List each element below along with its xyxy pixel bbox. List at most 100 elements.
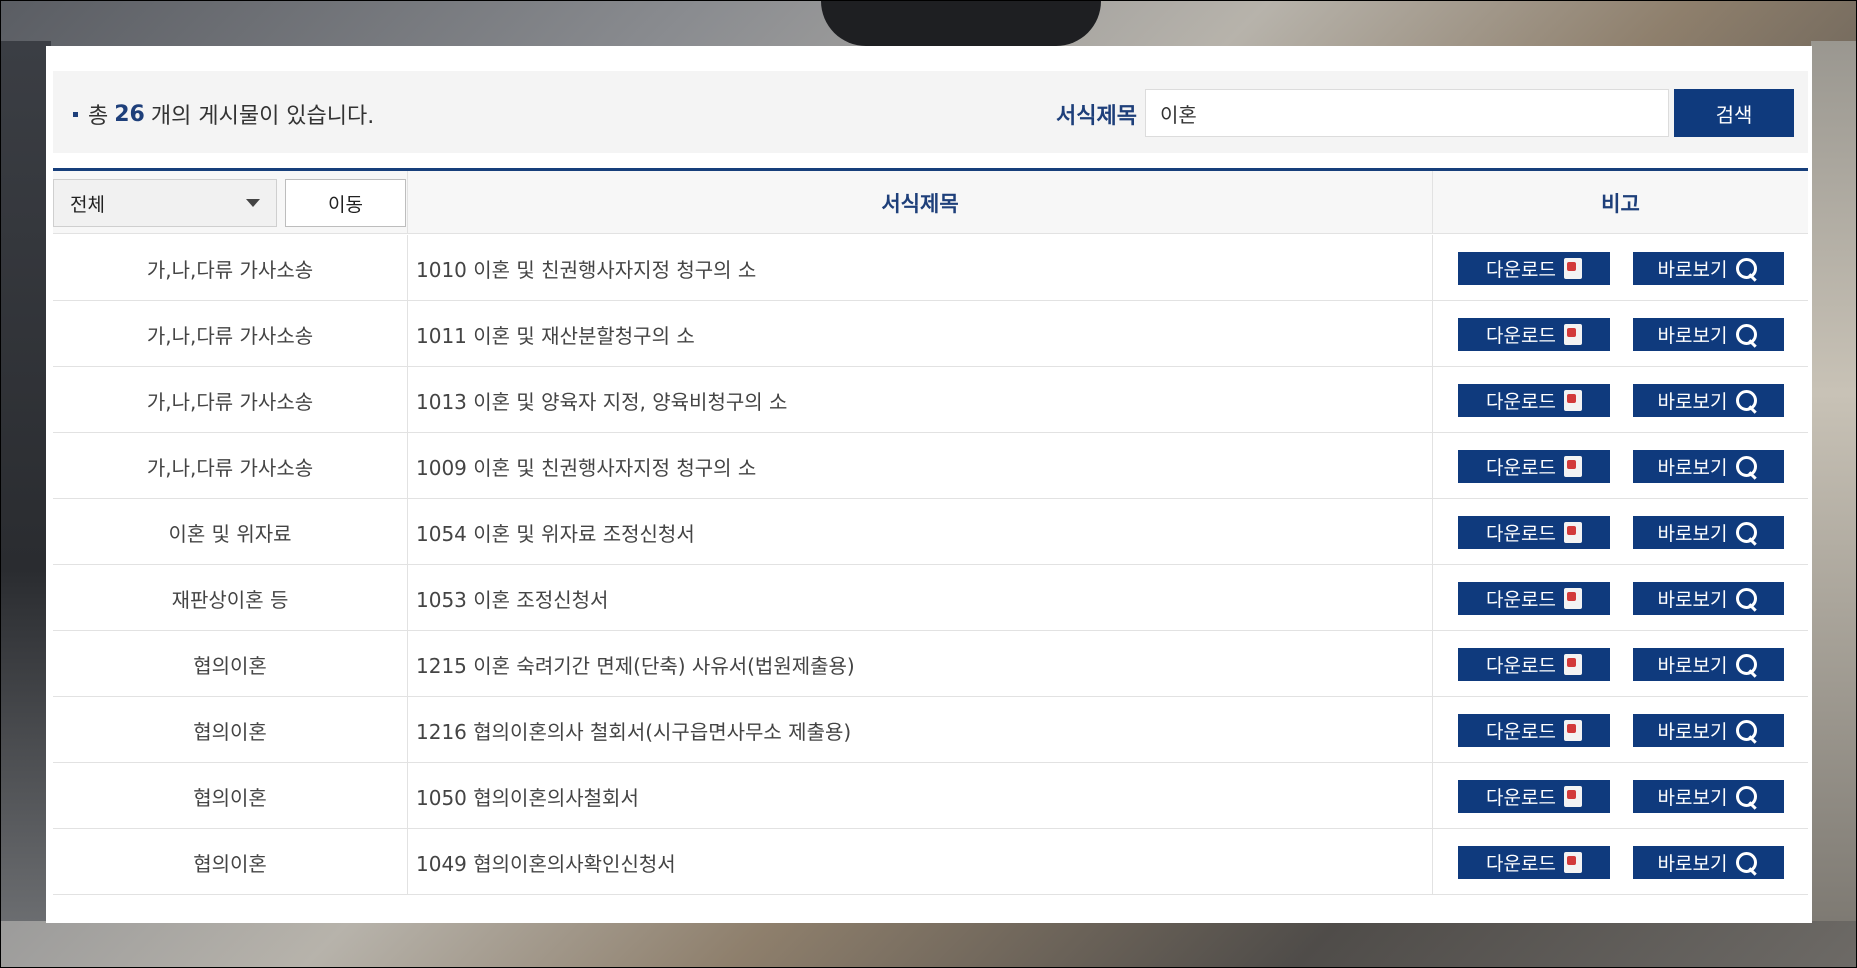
pdf-icon: [1563, 852, 1582, 873]
view-label: 바로보기: [1657, 589, 1728, 611]
view-label: 바로보기: [1657, 325, 1728, 347]
row-actions: 다운로드 바로보기: [1432, 763, 1808, 829]
row-actions: 다운로드 바로보기: [1432, 235, 1808, 301]
download-label: 다운로드: [1486, 259, 1556, 281]
row-title[interactable]: 1216 협의이혼의사 철회서(시구읍면사무소 제출용): [407, 697, 1432, 763]
row-actions: 다운로드 바로보기: [1432, 499, 1808, 565]
download-button[interactable]: 다운로드: [1458, 450, 1610, 483]
magnifier-icon: [1735, 455, 1759, 479]
row-title[interactable]: 1053 이혼 조정신청서: [407, 565, 1432, 631]
download-button[interactable]: 다운로드: [1458, 582, 1610, 615]
download-label: 다운로드: [1486, 721, 1556, 743]
view-button[interactable]: 바로보기: [1633, 516, 1784, 549]
category-select-value: 전체: [70, 193, 105, 216]
board-panel: 총 26 개의 게시물이 있습니다. 서식제목 검색 전체 이동 서식제목 비고…: [46, 46, 1812, 923]
row-actions: 다운로드 바로보기: [1432, 697, 1808, 763]
magnifier-icon: [1735, 851, 1759, 875]
view-label: 바로보기: [1657, 655, 1728, 677]
table-row: 협의이혼 1049 협의이혼의사확인신청서 다운로드 바로보기: [53, 829, 1808, 895]
download-label: 다운로드: [1486, 523, 1556, 545]
download-button[interactable]: 다운로드: [1458, 780, 1610, 813]
magnifier-icon: [1735, 719, 1759, 743]
table-row: 협의이혼 1050 협의이혼의사철회서 다운로드 바로보기: [53, 763, 1808, 829]
download-button[interactable]: 다운로드: [1458, 252, 1610, 285]
view-button[interactable]: 바로보기: [1633, 648, 1784, 681]
row-category: 가,나,다류 가사소송: [146, 323, 314, 348]
row-category: 협의이혼: [193, 785, 267, 810]
row-title[interactable]: 1013 이혼 및 양육자 지정, 양육비청구의 소: [407, 367, 1432, 433]
magnifier-icon: [1735, 587, 1759, 611]
view-button[interactable]: 바로보기: [1633, 714, 1784, 747]
row-title[interactable]: 1054 이혼 및 위자료 조정신청서: [407, 499, 1432, 565]
view-button[interactable]: 바로보기: [1633, 846, 1784, 879]
magnifier-icon: [1735, 653, 1759, 677]
view-button[interactable]: 바로보기: [1633, 450, 1784, 483]
download-label: 다운로드: [1486, 391, 1556, 413]
row-actions: 다운로드 바로보기: [1432, 565, 1808, 631]
download-label: 다운로드: [1486, 589, 1556, 611]
download-label: 다운로드: [1486, 853, 1556, 875]
magnifier-icon: [1735, 257, 1759, 281]
download-button[interactable]: 다운로드: [1458, 714, 1610, 747]
download-button[interactable]: 다운로드: [1458, 384, 1610, 417]
row-actions: 다운로드 바로보기: [1432, 367, 1808, 433]
row-title[interactable]: 1011 이혼 및 재산분할청구의 소: [407, 301, 1432, 367]
pdf-icon: [1563, 720, 1582, 741]
table-header: 전체 이동 서식제목 비고: [53, 171, 1808, 234]
download-button[interactable]: 다운로드: [1458, 648, 1610, 681]
row-category: 재판상이혼 등: [171, 587, 289, 612]
search-bar: 총 26 개의 게시물이 있습니다. 서식제목 검색: [53, 71, 1808, 153]
pdf-icon: [1563, 390, 1582, 411]
download-button[interactable]: 다운로드: [1458, 516, 1610, 549]
category-select[interactable]: 전체: [53, 179, 277, 227]
view-label: 바로보기: [1657, 259, 1728, 281]
row-title[interactable]: 1215 이혼 숙려기간 면제(단축) 사유서(법원제출용): [407, 631, 1432, 697]
pdf-icon: [1563, 588, 1582, 609]
view-label: 바로보기: [1657, 523, 1728, 545]
count-prefix: 총: [88, 104, 109, 129]
view-button[interactable]: 바로보기: [1633, 252, 1784, 285]
row-actions: 다운로드 바로보기: [1432, 829, 1808, 895]
bullet-icon: [73, 111, 78, 117]
search-button[interactable]: 검색: [1674, 89, 1794, 137]
row-title[interactable]: 1050 협의이혼의사철회서: [407, 763, 1432, 829]
count-number: 26: [114, 101, 145, 127]
row-title[interactable]: 1049 협의이혼의사확인신청서: [407, 829, 1432, 895]
row-category: 협의이혼: [193, 851, 267, 876]
background-decoration: [1, 41, 51, 921]
row-actions: 다운로드 바로보기: [1432, 433, 1808, 499]
background-decoration: [821, 1, 1101, 46]
magnifier-icon: [1735, 785, 1759, 809]
table-row: 이혼 및 위자료 1054 이혼 및 위자료 조정신청서 다운로드 바로보기: [53, 499, 1808, 565]
search-input[interactable]: [1145, 89, 1669, 137]
pdf-icon: [1563, 324, 1582, 345]
view-label: 바로보기: [1657, 391, 1728, 413]
row-title[interactable]: 1009 이혼 및 친권행사자지정 청구의 소: [407, 433, 1432, 499]
table-body: 가,나,다류 가사소송 1010 이혼 및 친권행사자지정 청구의 소 다운로드…: [53, 235, 1808, 895]
download-button[interactable]: 다운로드: [1458, 318, 1610, 351]
pdf-icon: [1563, 456, 1582, 477]
column-header-title: 서식제목: [407, 171, 1432, 234]
row-title[interactable]: 1010 이혼 및 친권행사자지정 청구의 소: [407, 235, 1432, 301]
pdf-icon: [1563, 258, 1582, 279]
pdf-icon: [1563, 522, 1582, 543]
row-category: 협의이혼: [193, 719, 267, 744]
view-button[interactable]: 바로보기: [1633, 384, 1784, 417]
post-count: 총 26 개의 게시물이 있습니다.: [73, 98, 374, 130]
view-button[interactable]: 바로보기: [1633, 318, 1784, 351]
table-row: 가,나,다류 가사소송 1010 이혼 및 친권행사자지정 청구의 소 다운로드…: [53, 235, 1808, 301]
row-actions: 다운로드 바로보기: [1432, 301, 1808, 367]
download-label: 다운로드: [1486, 655, 1556, 677]
view-button[interactable]: 바로보기: [1633, 780, 1784, 813]
background-decoration: [1811, 41, 1856, 921]
pdf-icon: [1563, 654, 1582, 675]
view-label: 바로보기: [1657, 853, 1728, 875]
move-button[interactable]: 이동: [285, 179, 406, 227]
row-category: 가,나,다류 가사소송: [146, 389, 314, 414]
view-button[interactable]: 바로보기: [1633, 582, 1784, 615]
row-category: 가,나,다류 가사소송: [146, 257, 314, 282]
table-row: 협의이혼 1215 이혼 숙려기간 면제(단축) 사유서(법원제출용) 다운로드…: [53, 631, 1808, 697]
download-button[interactable]: 다운로드: [1458, 846, 1610, 879]
row-category: 가,나,다류 가사소송: [146, 455, 314, 480]
magnifier-icon: [1735, 389, 1759, 413]
